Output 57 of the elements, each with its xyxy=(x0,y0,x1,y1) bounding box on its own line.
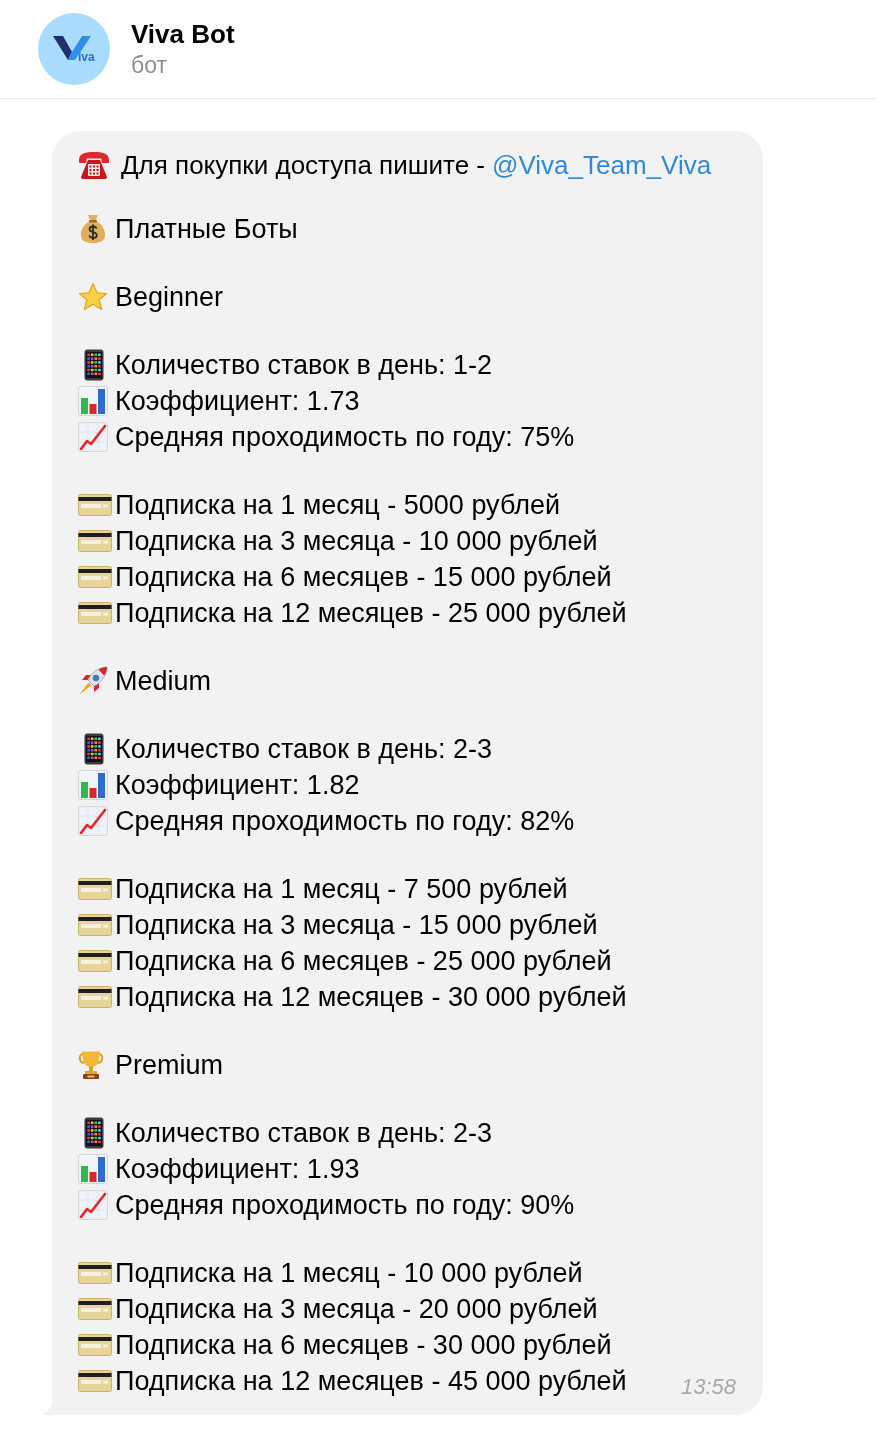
credit-card-icon xyxy=(78,530,112,552)
credit-card-icon xyxy=(78,878,112,900)
plan-name: Medium xyxy=(115,665,212,698)
rising-chart-icon xyxy=(78,1190,108,1220)
credit-card-icon xyxy=(78,986,112,1008)
stat-text: Коэффициент: 1.82 xyxy=(115,769,360,802)
credit-card-icon xyxy=(78,494,112,516)
credit-card-icon xyxy=(78,602,112,624)
credit-card-icon xyxy=(78,1334,112,1356)
section-heading: Платные Боты xyxy=(115,213,298,246)
subscription-text: Подписка на 1 месяц - 10 000 рублей xyxy=(115,1257,583,1290)
star-icon xyxy=(78,282,108,312)
stat-text: Коэффициент: 1.73 xyxy=(115,385,360,418)
stat-text: Средняя проходимость по году: 82% xyxy=(115,805,575,838)
chat-subtitle: бот xyxy=(131,51,168,80)
money-bag-icon xyxy=(80,214,106,244)
bar-chart-icon xyxy=(78,770,108,800)
mobile-phone-icon xyxy=(84,1117,104,1149)
rising-chart-icon xyxy=(78,806,108,836)
stat-text: Коэффициент: 1.93 xyxy=(115,1153,360,1186)
credit-card-icon xyxy=(78,1298,112,1320)
chat-title: Viva Bot xyxy=(131,18,235,50)
mobile-phone-icon xyxy=(84,349,104,381)
subscription-text: Подписка на 12 месяцев - 30 000 рублей xyxy=(115,981,627,1014)
subscription-text: Подписка на 12 месяцев - 25 000 рублей xyxy=(115,597,627,630)
stat-text: Количество ставок в день: 2-3 xyxy=(115,733,493,766)
credit-card-icon xyxy=(78,914,112,936)
plan-name: Premium xyxy=(115,1049,223,1082)
subscription-text: Подписка на 3 месяца - 15 000 рублей xyxy=(115,909,598,942)
logo-text: iva xyxy=(78,51,95,63)
stat-text: Средняя проходимость по году: 75% xyxy=(115,421,575,454)
credit-card-icon xyxy=(78,566,112,588)
subscription-text: Подписка на 6 месяцев - 30 000 рублей xyxy=(115,1329,612,1362)
rising-chart-icon xyxy=(78,422,108,452)
subscription-text: Подписка на 12 месяцев - 45 000 рублей xyxy=(115,1365,627,1398)
mobile-phone-icon xyxy=(84,733,104,765)
subscription-text: Подписка на 1 месяц - 7 500 рублей xyxy=(115,873,568,906)
subscription-text: Подписка на 1 месяц - 5000 рублей xyxy=(115,489,560,522)
stat-text: Количество ставок в день: 2-3 xyxy=(115,1117,493,1150)
username-link[interactable]: @Viva_Team_Viva xyxy=(492,150,712,180)
bar-chart-icon xyxy=(78,386,108,416)
message-time: 13:58 xyxy=(680,1373,736,1401)
subscription-text: Подписка на 3 месяца - 10 000 рублей xyxy=(115,525,598,558)
subscription-text: Подписка на 6 месяцев - 15 000 рублей xyxy=(115,561,612,594)
credit-card-icon xyxy=(78,950,112,972)
trophy-icon xyxy=(78,1050,104,1080)
subscription-text: Подписка на 3 месяца - 20 000 рублей xyxy=(115,1293,598,1326)
credit-card-icon xyxy=(78,1262,112,1284)
credit-card-icon xyxy=(78,1370,112,1392)
stat-text: Количество ставок в день: 1-2 xyxy=(115,349,493,382)
rocket-icon xyxy=(78,666,108,696)
stat-text: Средняя проходимость по году: 90% xyxy=(115,1189,575,1222)
subscription-text: Подписка на 6 месяцев - 25 000 рублей xyxy=(115,945,612,978)
bar-chart-icon xyxy=(78,1154,108,1184)
contact-text: Для покупки доступа пишите - @Viva_Team_Viva xyxy=(121,149,712,182)
telephone-icon xyxy=(78,150,110,180)
plan-name: Beginner xyxy=(115,281,224,314)
